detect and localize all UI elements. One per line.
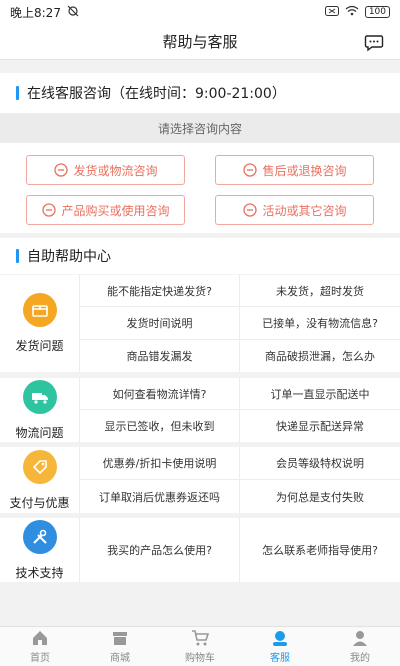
question-grid: 优惠券/折扣卡使用说明 会员等级特权说明 订单取消后优惠券返还吗 为何总是支付失… (80, 447, 400, 513)
sim-icon (324, 5, 339, 19)
bottom-tab-bar: 首页 商城 购物车 客服 我的 (0, 626, 400, 666)
question-grid: 能不能指定快递发货? 未发货，超时发货 发货时间说明 已接单，没有物流信息? 商… (80, 275, 400, 372)
chat-bubble-icon (243, 203, 258, 217)
help-category-shipping: 发货问题 能不能指定快递发货? 未发货，超时发货 发货时间说明 已接单，没有物流… (0, 275, 400, 372)
question-link[interactable]: 已接单，没有物流信息? (240, 307, 400, 340)
tab-service[interactable]: 客服 (240, 627, 320, 666)
online-service-header: 在线客服咨询（在线时间：9:00-21:00） (0, 73, 400, 113)
category-label: 技术支持 (15, 565, 64, 580)
message-icon[interactable] (364, 32, 384, 52)
header: 帮助与客服 (0, 24, 400, 60)
status-bar: 晚上8:27 100 (0, 0, 400, 24)
tools-icon (22, 519, 57, 554)
page-title: 帮助与客服 (162, 33, 238, 51)
consult-prompt: 请选择咨询内容 (0, 113, 400, 143)
alarm-off-icon (67, 5, 79, 20)
consult-button-label: 发货或物流咨询 (73, 163, 158, 178)
chat-bubble-icon (54, 163, 69, 177)
consult-button-label: 活动或其它咨询 (262, 203, 347, 218)
question-link[interactable]: 发货时间说明 (80, 307, 240, 340)
question-link[interactable]: 快递显示配送异常 (240, 410, 400, 442)
question-link[interactable]: 优惠券/折扣卡使用说明 (80, 447, 240, 480)
online-service-title: 在线客服咨询（在线时间：9:00-21:00） (27, 86, 286, 102)
question-link[interactable]: 我买的产品怎么使用? (80, 518, 240, 582)
consult-aftersale-button[interactable]: 售后或退换咨询 (215, 155, 374, 185)
tab-home[interactable]: 首页 (0, 627, 80, 666)
question-link[interactable]: 商品破损泄漏，怎么办 (240, 340, 400, 372)
question-link[interactable]: 未发货，超时发货 (240, 275, 400, 308)
tab-label: 购物车 (185, 653, 215, 664)
tab-label: 首页 (30, 653, 50, 664)
home-icon (33, 631, 47, 645)
user-icon (353, 631, 367, 646)
truck-icon (22, 379, 57, 414)
question-grid: 如何查看物流详情? 订单一直显示配送中 显示已签收，但未收到 快递显示配送异常 (80, 378, 400, 442)
chat-bubble-icon (243, 163, 258, 177)
help-category-tech: 技术支持 我买的产品怎么使用? 怎么联系老师指导使用? (0, 518, 400, 582)
question-link[interactable]: 会员等级特权说明 (240, 447, 400, 480)
cart-icon (192, 630, 209, 646)
tag-icon (22, 449, 57, 484)
question-link[interactable]: 订单取消后优惠券返还吗 (80, 480, 240, 513)
tab-shop[interactable]: 商城 (80, 627, 160, 666)
wifi-icon (345, 5, 359, 19)
section-accent-bar (16, 249, 19, 263)
self-help-title-row: 自助帮助中心 (0, 238, 400, 274)
question-link[interactable]: 能不能指定快递发货? (80, 275, 240, 308)
question-link[interactable]: 商品错发漏发 (80, 339, 240, 372)
online-service-section: 在线客服咨询（在线时间：9:00-21:00） 请选择咨询内容 发货或物流咨询 … (0, 73, 400, 233)
battery-indicator: 100 (364, 6, 390, 18)
question-grid: 我买的产品怎么使用? 怎么联系老师指导使用? (80, 518, 400, 582)
category-tech[interactable]: 技术支持 (0, 518, 80, 582)
help-category-logistics: 物流问题 如何查看物流详情? 订单一直显示配送中 显示已签收，但未收到 快递显示… (0, 378, 400, 442)
self-help-title: 自助帮助中心 (27, 249, 111, 265)
question-link[interactable]: 如何查看物流详情? (80, 378, 240, 410)
consult-button-label: 产品购买或使用咨询 (61, 203, 170, 218)
shop-icon (113, 632, 127, 645)
category-logistics[interactable]: 物流问题 (0, 378, 80, 442)
category-label: 发货问题 (15, 339, 64, 353)
tab-label: 客服 (270, 653, 290, 664)
category-shipping[interactable]: 发货问题 (0, 275, 80, 372)
tab-label: 商城 (110, 653, 130, 664)
consult-product-button[interactable]: 产品购买或使用咨询 (26, 195, 185, 225)
section-accent-bar (16, 86, 19, 100)
consult-activity-button[interactable]: 活动或其它咨询 (215, 195, 374, 225)
question-link[interactable]: 显示已签收，但未收到 (80, 410, 240, 442)
tab-label: 我的 (350, 653, 370, 664)
question-link[interactable]: 订单一直显示配送中 (240, 378, 400, 410)
consult-prompt-text: 请选择咨询内容 (157, 121, 242, 136)
question-link[interactable]: 为何总是支付失败 (240, 480, 400, 513)
consult-shipping-button[interactable]: 发货或物流咨询 (26, 155, 185, 185)
category-payment[interactable]: 支付与优惠 (0, 447, 80, 513)
consult-button-label: 售后或退换咨询 (262, 163, 347, 178)
box-icon (22, 293, 57, 327)
service-icon (273, 631, 287, 646)
tab-profile[interactable]: 我的 (320, 627, 400, 666)
help-category-payment: 支付与优惠 优惠券/折扣卡使用说明 会员等级特权说明 订单取消后优惠券返还吗 为… (0, 447, 400, 513)
status-time: 晚上8:27 (10, 5, 61, 20)
category-label: 支付与优惠 (9, 495, 70, 510)
tab-cart[interactable]: 购物车 (160, 627, 240, 666)
consult-button-grid: 发货或物流咨询 售后或退换咨询 产品购买或使用咨询 活动或其它咨询 (0, 143, 400, 239)
chat-bubble-icon (42, 203, 57, 217)
question-link[interactable]: 怎么联系老师指导使用? (240, 518, 400, 582)
self-help-header: 自助帮助中心 (0, 238, 400, 274)
category-label: 物流问题 (15, 425, 64, 440)
